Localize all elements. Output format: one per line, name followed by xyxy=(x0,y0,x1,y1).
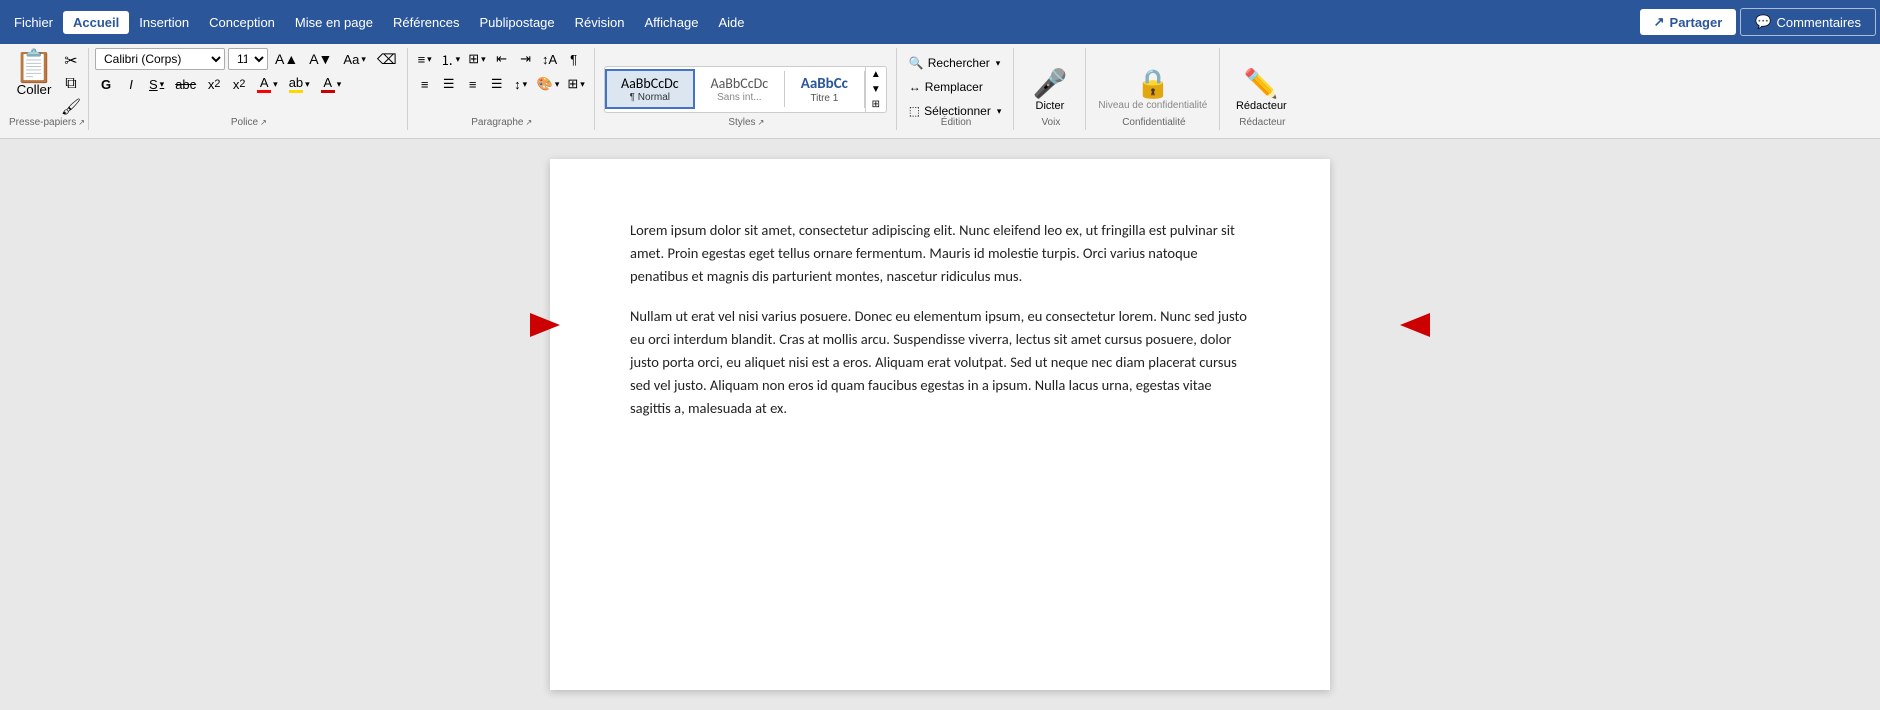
menu-bar: Fichier Accueil Insertion Conception Mis… xyxy=(0,0,1880,44)
align-right-button[interactable]: ≡ xyxy=(462,73,484,95)
increase-indent-button[interactable]: ⇥ xyxy=(515,48,537,70)
menu-fichier[interactable]: Fichier xyxy=(4,11,63,34)
text-color-button[interactable]: A ▾ xyxy=(317,73,346,95)
paste-label: Coller xyxy=(17,82,52,97)
confidentiality-group: 🔒 Niveau de confidentialité Confidential… xyxy=(1088,48,1220,130)
bullets-button[interactable]: ≡▾ xyxy=(414,48,436,70)
style-sans[interactable]: AaBbCcDc Sans int... xyxy=(695,71,785,107)
strikethrough-button[interactable]: abc xyxy=(171,73,200,95)
edition-group: 🔍 Rechercher ▾ ↔ Remplacer ⬚ Sélectionne… xyxy=(899,48,1015,130)
styles-expand[interactable]: ⊞ xyxy=(866,97,886,112)
edition-group-label: Édition xyxy=(941,117,972,128)
ribbon: 📋 Coller ✂ ⧉ 🖌 Presse-papiers ↗ xyxy=(0,44,1880,139)
highlight-button[interactable]: ab ▾ xyxy=(285,73,314,95)
numbering-button[interactable]: ⒈▾ xyxy=(438,48,464,70)
arrow-right-indicator xyxy=(1280,313,1430,337)
menu-aide[interactable]: Aide xyxy=(708,11,754,34)
paste-button[interactable]: 📋 Coller xyxy=(10,48,58,99)
styles-group: AaBbCcDc ¶ Normal AaBbCcDc Sans int... A… xyxy=(597,48,897,130)
redacteur-button[interactable]: ✏️ Rédacteur xyxy=(1228,63,1295,116)
menu-affichage[interactable]: Affichage xyxy=(635,11,709,34)
paste-icon: 📋 xyxy=(14,50,54,82)
italic-button[interactable]: I xyxy=(120,73,142,95)
borders-button[interactable]: ⊞▾ xyxy=(564,73,587,95)
change-case-button[interactable]: Aa▾ xyxy=(339,48,369,70)
share-button[interactable]: ↗ Partager xyxy=(1640,9,1737,35)
menu-conception[interactable]: Conception xyxy=(199,11,285,34)
decrease-font-button[interactable]: A▼ xyxy=(305,48,336,70)
comment-icon: 💬 xyxy=(1755,14,1771,30)
clipboard-label: Presse-papiers xyxy=(9,117,76,128)
font-family-select[interactable]: Calibri (Corps) xyxy=(95,48,225,70)
search-icon: 🔍 xyxy=(909,56,924,70)
styles-box: AaBbCcDc ¶ Normal AaBbCcDc Sans int... A… xyxy=(604,66,887,113)
paragraph-group: ≡▾ ⒈▾ ⊞▾ ⇤ ⇥ ↕A ¶ ≡ ☰ ≡ ☰ ↕▾ 🎨▾ xyxy=(410,48,595,130)
menu-publipostage[interactable]: Publipostage xyxy=(469,11,564,34)
bold-button[interactable]: G xyxy=(95,73,117,95)
menu-mise-en-page[interactable]: Mise en page xyxy=(285,11,383,34)
search-button[interactable]: 🔍 Rechercher ▾ xyxy=(903,52,1007,74)
voice-group: 🎤 Dicter Voix xyxy=(1016,48,1086,130)
subscript-button[interactable]: x2 xyxy=(203,73,225,95)
cut-button[interactable]: ✂ xyxy=(60,50,82,72)
comments-button[interactable]: 💬 Commentaires xyxy=(1740,8,1876,36)
copy-button[interactable]: ⧉ xyxy=(60,73,82,95)
styles-expander[interactable]: ↗ xyxy=(758,118,765,127)
style-normal[interactable]: AaBbCcDc ¶ Normal xyxy=(605,69,695,109)
menu-revision[interactable]: Révision xyxy=(565,11,635,34)
replace-icon: ↔ xyxy=(909,80,921,94)
shading-button[interactable]: 🎨▾ xyxy=(534,73,563,95)
align-left-button[interactable]: ≡ xyxy=(414,73,436,95)
replace-button[interactable]: ↔ Remplacer xyxy=(903,76,989,98)
share-icon: ↗ xyxy=(1654,14,1665,30)
microphone-icon: 🎤 xyxy=(1032,67,1067,100)
decrease-indent-button[interactable]: ⇤ xyxy=(491,48,513,70)
line-spacing-button[interactable]: ↕▾ xyxy=(510,73,532,95)
clipboard-group: 📋 Coller ✂ ⧉ 🖌 Presse-papiers ↗ xyxy=(6,48,89,130)
align-center-button[interactable]: ☰ xyxy=(438,73,460,95)
clipboard-expander[interactable]: ↗ xyxy=(78,118,85,127)
style-titre1[interactable]: AaBbCc Titre 1 xyxy=(785,71,865,108)
document-area: Lorem ipsum dolor sit amet, consectetur … xyxy=(0,139,1880,710)
superscript-button[interactable]: x2 xyxy=(228,73,250,95)
font-color-button[interactable]: A ▾ xyxy=(253,73,282,95)
font-size-select[interactable]: 11 xyxy=(228,48,268,70)
styles-group-label: Styles xyxy=(728,117,755,128)
underline-button[interactable]: S▾ xyxy=(145,73,168,95)
confidentiality-button[interactable]: 🔒 Niveau de confidentialité xyxy=(1092,63,1213,115)
show-marks-button[interactable]: ¶ xyxy=(563,48,585,70)
redacteur-icon: ✏️ xyxy=(1244,67,1279,100)
multilevel-button[interactable]: ⊞▾ xyxy=(465,48,488,70)
styles-scroll-up[interactable]: ▲ xyxy=(866,67,886,82)
font-group-label: Police xyxy=(231,117,258,128)
paragraph-group-label: Paragraphe xyxy=(471,117,523,128)
paragraph-1: Lorem ipsum dolor sit amet, consectetur … xyxy=(630,219,1250,289)
styles-scroll-down[interactable]: ▼ xyxy=(866,82,886,97)
dictate-button[interactable]: 🎤 Dicter xyxy=(1024,63,1076,116)
clear-format-button[interactable]: ⌫ xyxy=(373,48,401,70)
justify-button[interactable]: ☰ xyxy=(486,73,508,95)
redacteur-group-label: Rédacteur xyxy=(1239,117,1285,128)
redacteur-group: ✏️ Rédacteur Rédacteur xyxy=(1222,48,1302,130)
document-page: Lorem ipsum dolor sit amet, consectetur … xyxy=(550,159,1330,690)
menu-references[interactable]: Références xyxy=(383,11,469,34)
voice-group-label: Voix xyxy=(1041,117,1060,128)
styles-scroll: ▲ ▼ ⊞ xyxy=(865,67,886,112)
lock-icon: 🔒 xyxy=(1135,67,1170,100)
sort-button[interactable]: ↕A xyxy=(539,48,561,70)
arrow-left-indicator xyxy=(530,313,610,337)
font-expander[interactable]: ↗ xyxy=(260,118,267,127)
menu-insertion[interactable]: Insertion xyxy=(129,11,199,34)
font-group: Calibri (Corps) 11 A▲ A▼ Aa▾ ⌫ G I xyxy=(91,48,408,130)
paragraph-expander[interactable]: ↗ xyxy=(526,118,533,127)
confidentiality-group-label: Confidentialité xyxy=(1122,117,1185,128)
menu-accueil[interactable]: Accueil xyxy=(63,11,129,34)
paragraph-2: Nullam ut erat vel nisi varius posuere. … xyxy=(630,305,1250,421)
increase-font-button[interactable]: A▲ xyxy=(271,48,302,70)
paragraph-2-container: Nullam ut erat vel nisi varius posuere. … xyxy=(630,305,1250,421)
